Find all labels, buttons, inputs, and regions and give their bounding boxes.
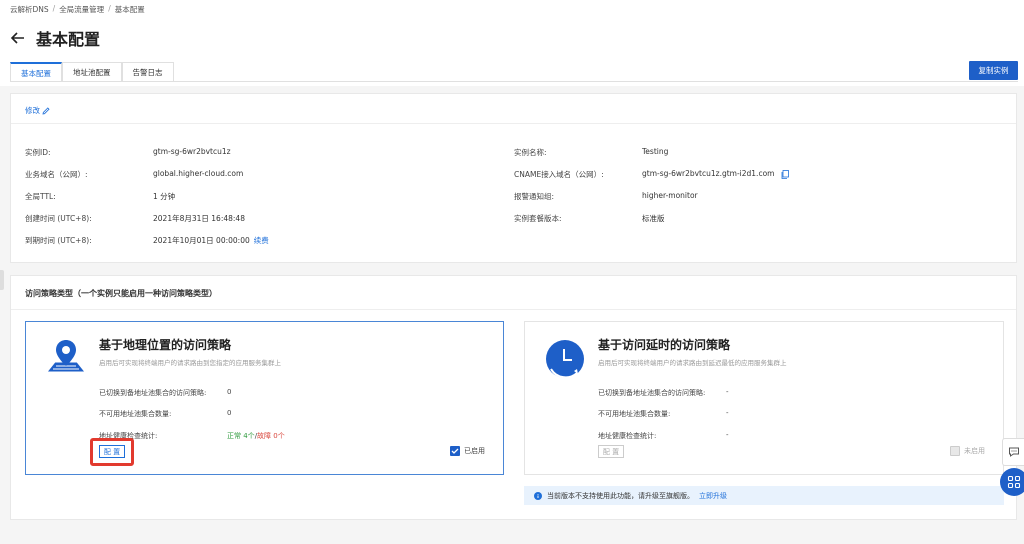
row-label: 地址健康检查统计: [598,432,657,440]
divider [11,309,1016,310]
row-value: 正常 4个/故障 0个 [227,431,285,441]
geo-policy-desc: 启用后可实现将终端用户的请求路由到您指定的应用服务集群上 [99,359,281,367]
field-label: 实例名称: [514,148,547,157]
policy-section-title: 访问策略类型（一个实例只能启用一种访问策略类型） [25,289,217,298]
field-label: 报警通知组: [514,192,555,201]
cname-domain-field: CNAME接入域名（公网）: gtm-sg-6wr2bvtcu1z.gtm-i2… [514,169,789,180]
row-label: 已切换到备地址池集合的访问策略: [598,389,706,397]
clock-icon [546,340,584,379]
geo-unavailable-row: 不可用地址池集合数量: 0 [99,409,231,419]
field-value: 1 分钟 [153,192,176,201]
geo-enabled-toggle[interactable]: 已启用 [450,446,485,456]
breadcrumb-item-gtm[interactable]: 全局流量管理 [59,4,104,15]
field-label: 业务域名（公网）: [25,170,88,179]
copy-icon[interactable] [781,169,789,179]
latency-config-button[interactable]: 配 置 [598,445,624,458]
instance-name-field: 实例名称: Testing [514,147,668,158]
field-label: 全局TTL: [25,192,56,201]
row-value: 0 [227,409,232,417]
field-value: Testing [642,147,669,156]
row-value: 0 [227,388,232,396]
field-value: higher-monitor [642,191,698,200]
field-label: 创建时间 (UTC+8): [25,214,92,223]
tab-bar: 基本配置 地址池配置 告警日志 [10,62,174,82]
divider [11,123,1016,124]
alarm-group-field: 报警通知组: higher-monitor [514,191,698,202]
cname-value: gtm-sg-6wr2bvtcu1z.gtm-i2d1.com [642,169,775,178]
field-value: 标准版 [642,214,665,223]
apps-float-button[interactable] [1000,468,1024,496]
field-label: 实例套餐版本: [514,214,562,223]
page-title: 基本配置 [36,30,101,49]
notice-text: 当前版本不支持使用此功能，请升级至旗舰版。 [547,491,694,500]
create-time-field: 创建时间 (UTC+8): 2021年8月31日 16:48:48 [25,213,245,224]
field-value: gtm-sg-6wr2bvtcu1z.gtm-i2d1.com [642,169,789,179]
business-domain-field: 业务域名（公网）: global.higher-cloud.com [25,169,243,180]
health-fail-count: 故障 0个 [257,432,285,440]
tab-address-pool[interactable]: 地址池配置 [62,62,122,82]
top-header: 云解析DNS / 全局流量管理 / 基本配置 基本配置 基本配置 地址池配置 告… [0,0,1024,86]
instance-id-field: 实例ID: gtm-sg-6wr2bvtcu1z [25,147,231,158]
tab-basic-config[interactable]: 基本配置 [10,62,62,82]
geo-switched-row: 已切换到备地址池集合的访问策略: 0 [99,388,231,398]
back-arrow-icon[interactable] [10,30,26,46]
chat-bubble-icon [1008,447,1019,457]
row-label: 已切换到备地址池集合的访问策略: [99,389,207,397]
latency-policy-desc: 启用后可实现将终端用户的请求路由到延迟最低的应用服务集群上 [598,359,787,367]
tab-divider [10,81,1018,82]
geo-policy-title: 基于地理位置的访问策略 [99,338,232,352]
latency-unavailable-row: 不可用地址池集合数量: - [598,409,729,419]
checkbox-checked-icon [450,446,460,456]
title-row: 基本配置 [10,26,100,50]
latency-switched-row: 已切换到备地址池集合的访问策略: - [598,388,729,398]
field-value: 2021年10月01日 00:00:00 续费 [153,235,269,246]
row-label: 不可用地址池集合数量: [598,410,671,418]
apps-grid-icon [1007,475,1021,489]
latency-policy-title: 基于访问延时的访问策略 [598,338,731,352]
info-icon [534,491,542,500]
edit-label: 修改 [25,106,40,115]
package-version-field: 实例套餐版本: 标准版 [514,213,665,224]
geo-policy-card[interactable]: 基于地理位置的访问策略 启用后可实现将终端用户的请求路由到您指定的应用服务集群上… [25,321,504,475]
side-collapse-handle[interactable] [0,270,4,290]
field-label: 到期时间 (UTC+8): [25,236,92,245]
geo-config-button[interactable]: 配 置 [99,445,125,458]
access-policy-panel: 访问策略类型（一个实例只能启用一种访问策略类型） 基于地理位置的访问策略 启用后… [10,275,1017,520]
row-label: 不可用地址池集合数量: [99,410,172,418]
row-value: - [726,431,729,439]
breadcrumb-separator: / [108,4,111,13]
breadcrumb-item-dns[interactable]: 云解析DNS [10,4,49,15]
row-value: - [726,409,729,417]
breadcrumb-separator: / [52,4,56,13]
field-value: 2021年8月31日 16:48:48 [153,214,245,223]
upgrade-now-link[interactable]: 立即升级 [699,491,727,501]
field-value: gtm-sg-6wr2bvtcu1z [153,147,231,156]
chat-float-button[interactable] [1002,438,1024,466]
row-value: - [726,388,729,396]
disabled-label: 未启用 [964,447,985,455]
latency-policy-card[interactable]: 基于访问延时的访问策略 启用后可实现将终端用户的请求路由到延迟最低的应用服务集群… [524,321,1004,475]
global-ttl-field: 全局TTL: 1 分钟 [25,191,175,202]
field-label: 实例ID: [25,148,51,157]
location-map-icon [45,340,87,373]
field-label: CNAME接入域名（公网）: [514,170,604,179]
enabled-label: 已启用 [464,447,485,455]
copy-instance-button[interactable]: 复制实例 [969,61,1018,80]
instance-info-panel: 修改 实例ID: gtm-sg-6wr2bvtcu1z 业务域名（公网）: gl… [10,93,1017,263]
upgrade-notice: 当前版本不支持使用此功能，请升级至旗舰版。 立即升级 [524,486,1004,505]
expire-time-value: 2021年10月01日 00:00:00 [153,236,250,245]
expire-time-field: 到期时间 (UTC+8): 2021年10月01日 00:00:00 续费 [25,235,269,246]
latency-enabled-toggle[interactable]: 未启用 [950,446,985,456]
renew-link[interactable]: 续费 [254,236,269,245]
tab-alarm-log[interactable]: 告警日志 [121,62,174,82]
latency-health-row: 地址健康检查统计: - [598,431,729,441]
breadcrumb: 云解析DNS / 全局流量管理 / 基本配置 [10,4,145,15]
edit-link[interactable]: 修改 [25,105,50,116]
field-value: global.higher-cloud.com [153,169,244,178]
pencil-icon [42,106,50,115]
health-ok-count: 正常 4个 [227,432,255,440]
breadcrumb-item-current: 基本配置 [114,5,145,14]
checkbox-unchecked-icon [950,446,960,456]
